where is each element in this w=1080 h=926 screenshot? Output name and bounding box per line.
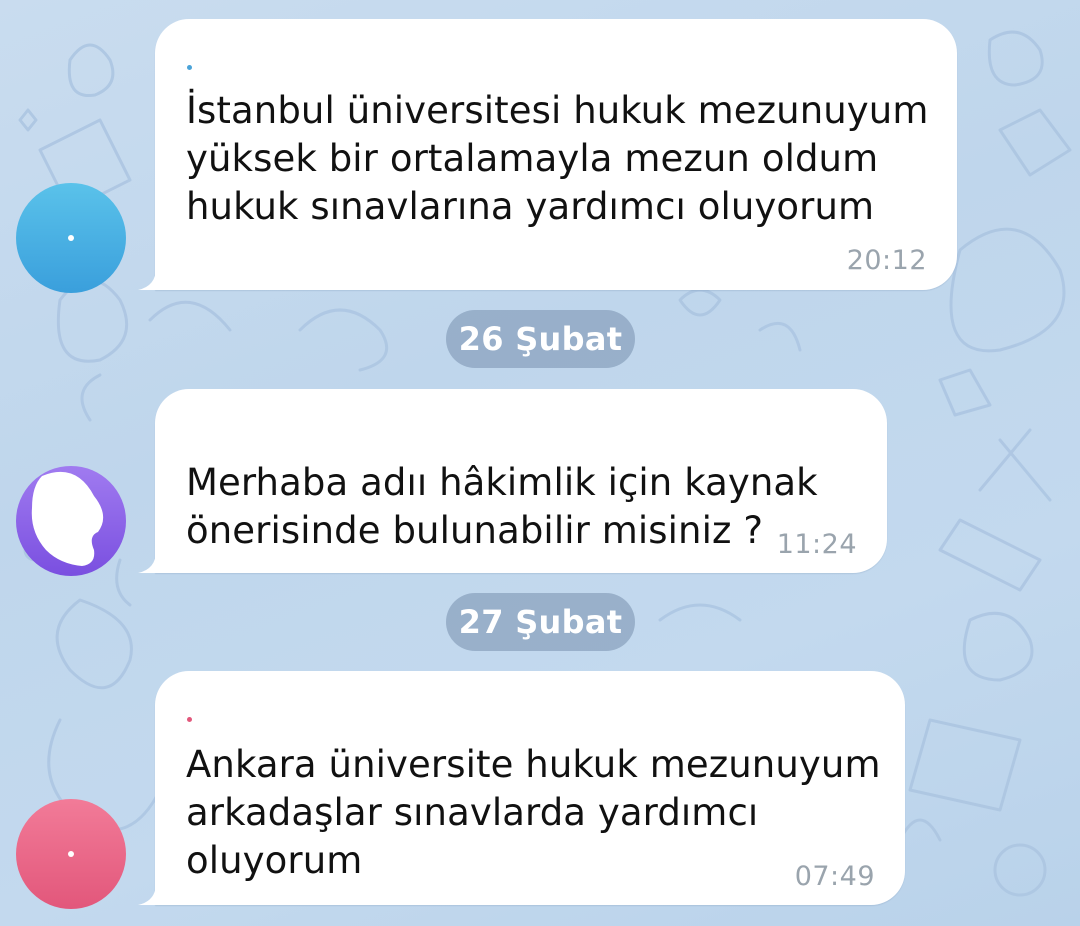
avatar-redaction-mark — [31, 471, 104, 566]
avatar-initial-dot — [68, 851, 74, 857]
message-time: 20:12 — [846, 245, 927, 276]
date-separator: 27 Şubat — [446, 593, 635, 651]
message-time: 07:49 — [794, 861, 875, 892]
date-separator: 26 Şubat — [446, 310, 635, 368]
message-bubble[interactable]: İstanbul üniversitesi hukuk mezunuyum yü… — [138, 19, 957, 290]
message-time: 11:24 — [776, 529, 857, 560]
sender-avatar[interactable] — [16, 466, 126, 576]
sender-name-redacted — [187, 717, 192, 722]
bubble-tail — [138, 551, 156, 573]
sender-avatar[interactable] — [16, 799, 126, 909]
message-text: İstanbul üniversitesi hukuk mezunuyum yü… — [186, 89, 929, 228]
message-bubble[interactable]: Merhaba adıı hâkimlik için kaynak öneris… — [138, 389, 887, 573]
chat-history[interactable]: İstanbul üniversitesi hukuk mezunuyum yü… — [0, 0, 1080, 926]
message-text: Merhaba adıı hâkimlik için kaynak öneris… — [186, 461, 818, 552]
bubble-tail — [138, 268, 156, 290]
message-bubble[interactable]: Ankara üniversite hukuk mezunuyum arkada… — [138, 671, 905, 905]
bubble-tail — [138, 883, 156, 905]
avatar-initial-dot — [68, 235, 74, 241]
message-text: Ankara üniversite hukuk mezunuyum arkada… — [186, 743, 881, 882]
sender-name-redacted — [187, 65, 192, 70]
sender-avatar[interactable] — [16, 183, 126, 293]
